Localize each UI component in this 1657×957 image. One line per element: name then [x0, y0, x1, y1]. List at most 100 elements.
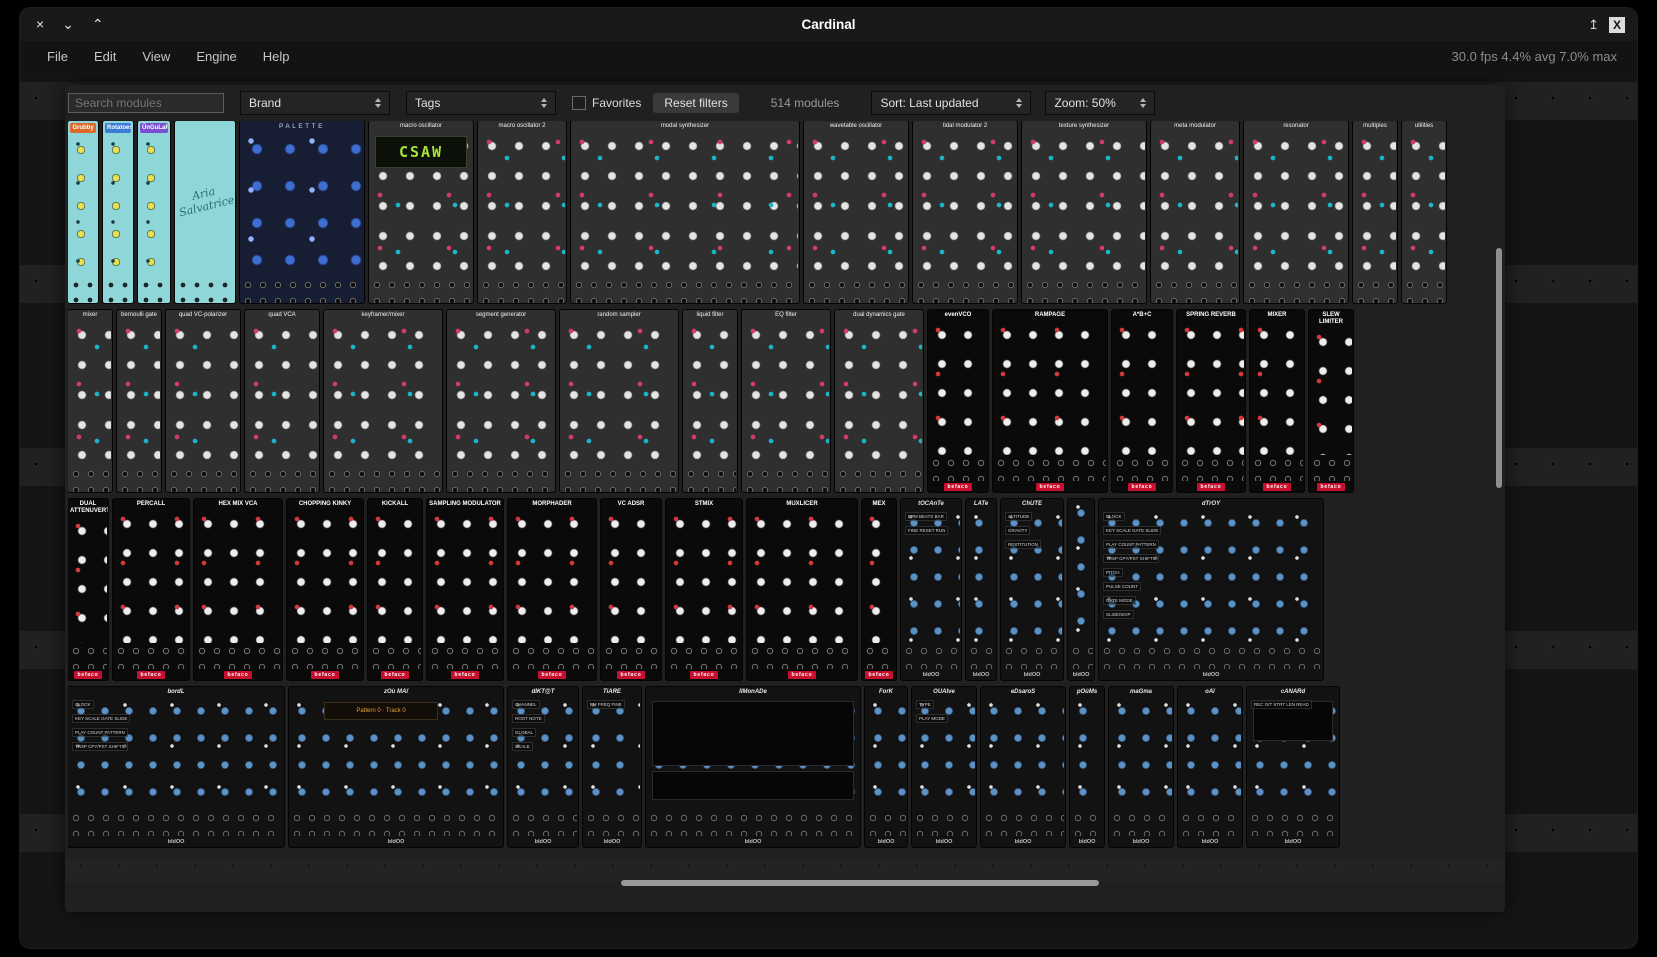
chevron-down-icon[interactable]: ⌄: [62, 16, 74, 33]
module-muxlicer[interactable]: MUXLICERbefaco: [747, 499, 857, 680]
display-screen: [652, 771, 854, 800]
module-quad-vc-polarizer[interactable]: quad VC-polarizer: [166, 310, 240, 492]
module-tiare[interactable]: TiAREFM FREQ FINEbIdOO: [583, 687, 641, 847]
module-mixer[interactable]: mixer: [68, 310, 112, 492]
module-ports: [805, 277, 907, 303]
module-magma[interactable]: maGmabIdOO: [1109, 687, 1173, 847]
module-dual-dynamics-gate[interactable]: dual dynamics gate: [835, 310, 923, 492]
module-limonade[interactable]: lIMonADebIdOO: [646, 687, 860, 847]
module-canard[interactable]: cANARdREC O/T STRT LEN READbIdOO: [1247, 687, 1339, 847]
menu-engine[interactable]: Engine: [183, 49, 249, 64]
brand-logo: bIdOO: [901, 669, 961, 680]
vertical-scrollbar-thumb[interactable]: [1496, 248, 1502, 488]
module-random-sampler[interactable]: random sampler: [560, 310, 678, 492]
module-utilities[interactable]: utilities: [1402, 121, 1446, 303]
module-tidal-modulator-2[interactable]: tidal modulator 2: [913, 121, 1017, 303]
module-rampage[interactable]: RAMPAGEbefaco: [993, 310, 1107, 492]
module-segment-generator[interactable]: segment generator: [447, 310, 555, 492]
module-labels: TYPEPLAY MODE: [916, 700, 948, 723]
module-slew-limiter[interactable]: SLEW LIMITERbefaco: [1309, 310, 1353, 492]
module-po-ms[interactable]: pOùMsbIdOO: [1070, 687, 1104, 847]
search-input[interactable]: [68, 93, 224, 113]
module-dtroy[interactable]: dTrOYCLOCKKEY SCALE GATE SLIDEPLAY COUNT…: [1099, 499, 1323, 680]
reset-filters-button[interactable]: Reset filters: [653, 93, 738, 113]
brand-logo: bIdOO: [1247, 836, 1339, 847]
module-ports: [195, 643, 281, 669]
module-fork[interactable]: ForKbIdOO: [865, 687, 907, 847]
module-quad-vca[interactable]: quad VCA: [245, 310, 319, 492]
module-panel-graphics: [743, 321, 829, 466]
brand-logo: befaco: [666, 669, 742, 680]
module-multiples[interactable]: multiples: [1353, 121, 1397, 303]
module-wavetable-oscillator[interactable]: wavetable oscillator: [804, 121, 908, 303]
module-percall[interactable]: PERCALLbefaco: [113, 499, 189, 680]
module-palette[interactable]: PALETTE: [240, 121, 364, 303]
module-edsaros[interactable]: eDsaroSbIdOO: [981, 687, 1065, 847]
module-panel[interactable]: bIdOO: [1068, 499, 1094, 680]
module-ports: [572, 277, 798, 303]
module-dikt-t[interactable]: dIKT@TCHANNELROOT NOTEGLOBALSCALEbIdOO: [508, 687, 578, 847]
horizontal-scrollbar-thumb[interactable]: [621, 880, 1099, 886]
chevron-up-icon[interactable]: ⌃: [92, 16, 104, 33]
module-meta-modulator[interactable]: meta modulator: [1151, 121, 1239, 303]
module-browser: Brand Tags Favorites Reset filters 514 m…: [65, 85, 1505, 912]
brand-logo: bIdOO: [1001, 669, 1063, 680]
module-ports: [902, 643, 960, 669]
module-stmix[interactable]: STMIXbefaco: [666, 499, 742, 680]
performance-stats: 30.0 fps 4.4% avg 7.0% max: [1452, 49, 1623, 64]
module-a-b-c[interactable]: A*B+Cbefaco: [1112, 310, 1172, 492]
module-mixer[interactable]: MIXERbefaco: [1250, 310, 1304, 492]
module-grubby[interactable]: Grubby: [68, 121, 98, 303]
module-chute[interactable]: ChUTEALTITUDEGRAVITYRESTITUTIONbIdOO: [1001, 499, 1063, 680]
module-ports: [994, 455, 1106, 481]
menu-help[interactable]: Help: [250, 49, 303, 64]
module-morphader[interactable]: MORPHADERbefaco: [508, 499, 596, 680]
module-texture-synthesizer[interactable]: texture synthesizer: [1022, 121, 1146, 303]
module-title: modal synthesizer: [571, 121, 799, 131]
module-ouaive[interactable]: OUAIveTYPEPLAY MODEbIdOO: [912, 687, 976, 847]
module-sampling-modulator[interactable]: SAMPLING MODULATORbefaco: [427, 499, 503, 680]
brand-logo: befaco: [993, 481, 1107, 492]
module-evenvco[interactable]: evenVCObefaco: [928, 310, 988, 492]
tags-select[interactable]: Tags: [406, 91, 556, 115]
module-zo-ma[interactable]: zOù MAïPattern 0 · Track 0bIdOO: [289, 687, 503, 847]
menu-view[interactable]: View: [129, 49, 183, 64]
module-dual-attenuverter[interactable]: DUAL ATTENUVERTERbefaco: [68, 499, 108, 680]
module-oa[interactable]: oAïbIdOO: [1178, 687, 1242, 847]
module-hex-mix-vca[interactable]: HEX MIX VCAbefaco: [194, 499, 282, 680]
brand-logo: bIdOO: [865, 836, 907, 847]
module-panel[interactable]: Aria Salvatrice: [175, 121, 235, 303]
module-bernoulli-gate[interactable]: bernoulli gate: [117, 310, 161, 492]
module-mex[interactable]: MEXbefaco: [862, 499, 896, 680]
module-late[interactable]: LATebIdOO: [966, 499, 996, 680]
module-rotatoes[interactable]: Rotatoes: [103, 121, 133, 303]
module-spring-reverb[interactable]: SPRING REVERBbefaco: [1177, 310, 1245, 492]
display-screen: [652, 701, 854, 766]
module-kickall[interactable]: KICKALLbefaco: [368, 499, 422, 680]
zoom-select[interactable]: Zoom: 50%: [1045, 91, 1155, 115]
module-macro-oscillator[interactable]: macro oscillatorCSAW: [369, 121, 473, 303]
module-vc-adsr[interactable]: VC ADSRbefaco: [601, 499, 661, 680]
module-eq-filter[interactable]: EQ filter: [742, 310, 830, 492]
module-chopping-kinky[interactable]: CHOPPING KINKYbefaco: [287, 499, 363, 680]
module-modal-synthesizer[interactable]: modal synthesizer: [571, 121, 799, 303]
module-ports: [448, 466, 554, 492]
module-ngular[interactable]: ÛnGuLaR: [138, 121, 170, 303]
module-macro-oscillator-2[interactable]: macro oscillator 2: [478, 121, 566, 303]
favorites-checkbox[interactable]: [572, 96, 586, 110]
brand-logo: bIdOO: [1109, 836, 1173, 847]
menu-file[interactable]: File: [34, 49, 81, 64]
module-resonator[interactable]: resonator: [1244, 121, 1348, 303]
close-icon[interactable]: ×: [36, 16, 44, 33]
module-title: VC ADSR: [601, 499, 661, 509]
module-bordl[interactable]: bordLCLOCKKEY SCALE GATE SLIDEPLAY COUNT…: [68, 687, 284, 847]
module-keyframer-mixer[interactable]: keyframer/mixer: [324, 310, 442, 492]
x11-icon[interactable]: X: [1609, 17, 1625, 33]
module-tocante[interactable]: tOCAnTeBPM BEATS BARFINE RESET RUNbIdOO: [901, 499, 961, 680]
pin-icon[interactable]: ↥: [1588, 17, 1599, 33]
module-liquid-filter[interactable]: liquid filter: [683, 310, 737, 492]
menu-edit[interactable]: Edit: [81, 49, 129, 64]
module-panel-graphics: [1023, 132, 1145, 277]
sort-select[interactable]: Sort: Last updated: [871, 91, 1031, 115]
brand-select[interactable]: Brand: [240, 91, 390, 115]
